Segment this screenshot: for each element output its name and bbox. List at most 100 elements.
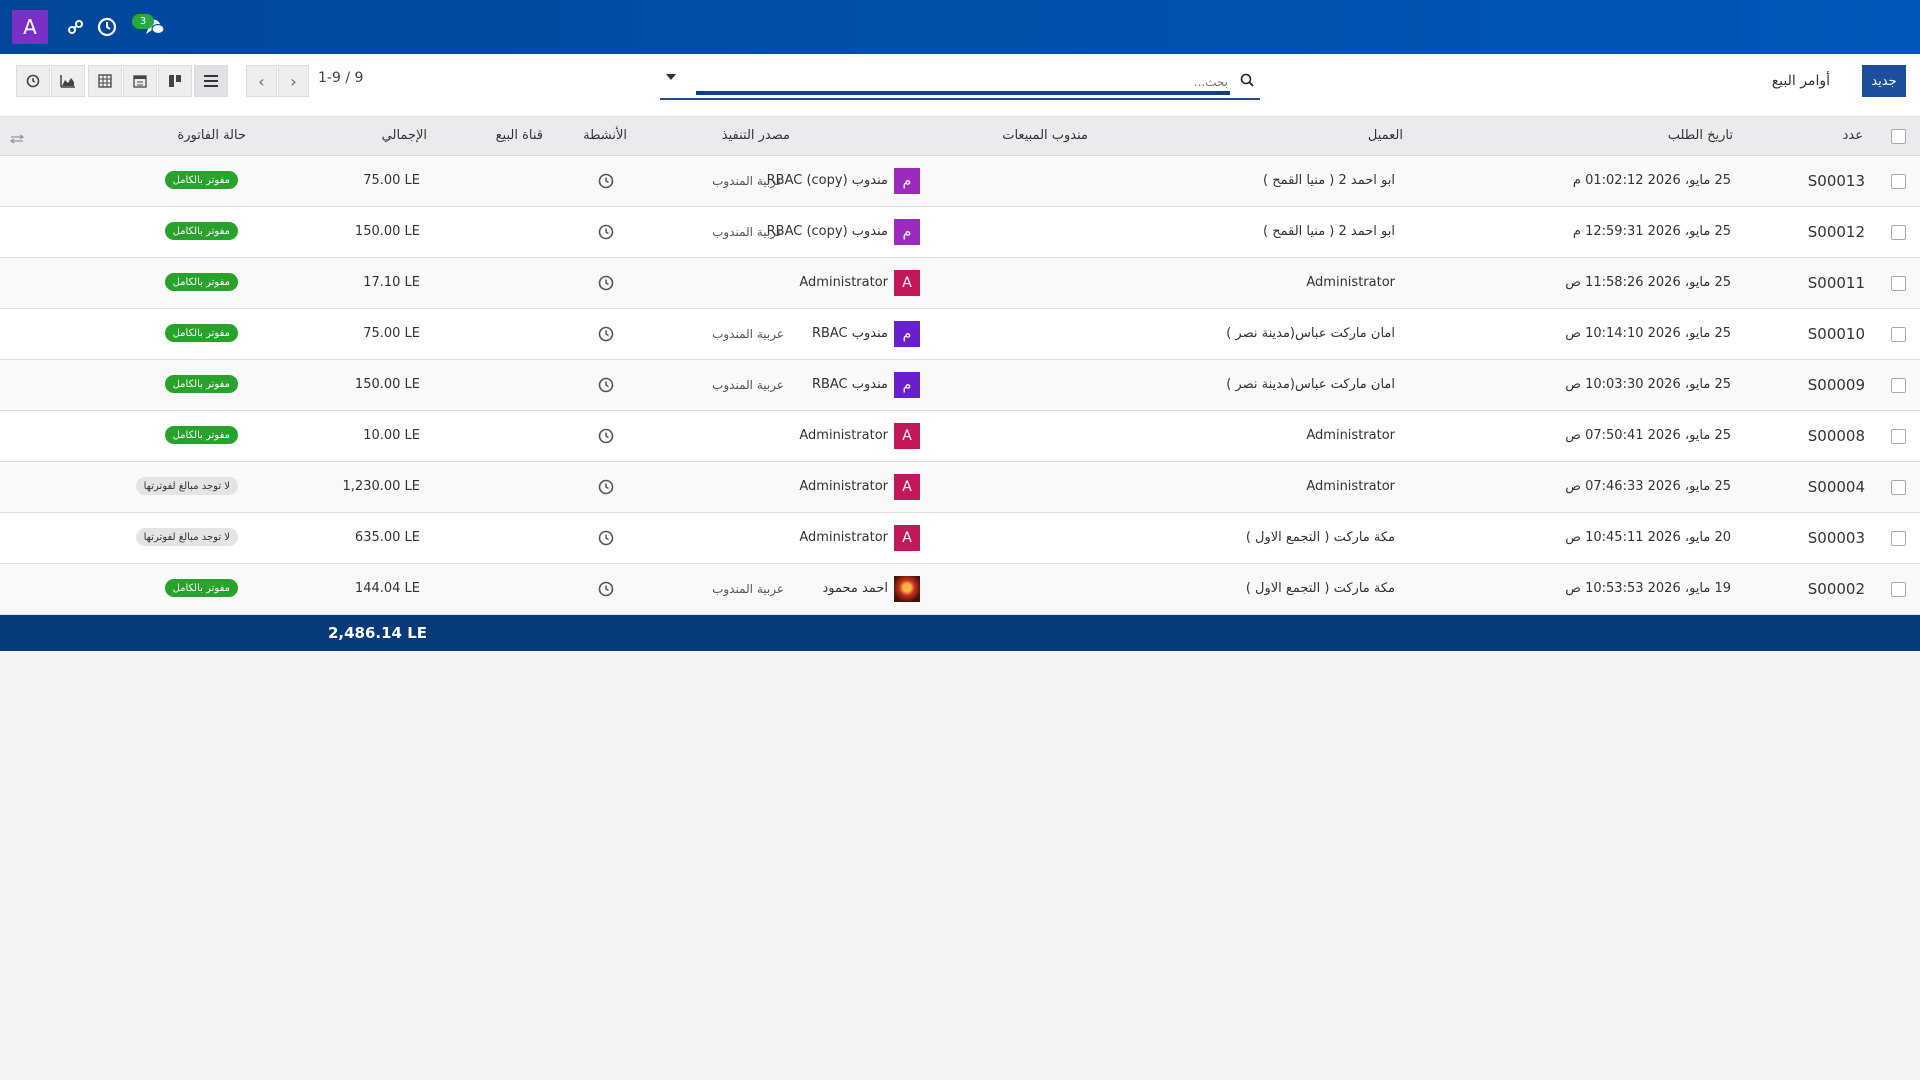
create-new-button[interactable]: جديد bbox=[1862, 65, 1906, 97]
header-invoice-status[interactable]: حالة الفاتورة bbox=[177, 128, 246, 143]
order-total: 150.00 LE bbox=[354, 377, 420, 392]
calendar-view-icon[interactable] bbox=[123, 65, 157, 97]
salesperson-name: احمد محمود bbox=[822, 581, 889, 596]
search-icon[interactable] bbox=[1240, 72, 1254, 91]
order-date: 25 مايو، 2026 01:02:12 م bbox=[1572, 173, 1731, 188]
table-row[interactable]: S00012 25 مايو، 2026 12:59:31 م ابو احمد… bbox=[0, 207, 1920, 258]
customer-name: Administrator bbox=[1306, 479, 1395, 494]
salesperson-name: Administrator bbox=[799, 479, 888, 494]
salesperson-name: Administrator bbox=[799, 530, 888, 545]
row-checkbox[interactable] bbox=[1891, 582, 1906, 597]
header-source[interactable]: مصدر التنفيذ bbox=[722, 128, 790, 143]
order-date: 19 مايو، 2026 10:53:53 ص bbox=[1565, 581, 1731, 596]
salesperson-avatar: A bbox=[894, 474, 920, 500]
row-checkbox[interactable] bbox=[1891, 174, 1906, 189]
row-checkbox[interactable] bbox=[1891, 276, 1906, 291]
customer-name: Administrator bbox=[1306, 275, 1395, 290]
activity-clock-icon[interactable] bbox=[598, 377, 614, 397]
activity-clock-icon[interactable] bbox=[598, 581, 614, 601]
order-number: S00009 bbox=[1807, 376, 1865, 394]
delivery-source: عربية المندوب bbox=[712, 582, 784, 596]
activity-clock-icon[interactable] bbox=[598, 428, 614, 448]
row-checkbox[interactable] bbox=[1891, 429, 1906, 444]
salesperson-name: Administrator bbox=[799, 275, 888, 290]
salesperson-avatar: م bbox=[894, 372, 920, 398]
customer-name: امان ماركت عباس(مدينة نصر ) bbox=[1226, 326, 1395, 341]
activity-clock-icon[interactable] bbox=[598, 326, 614, 346]
search-bar bbox=[660, 68, 1260, 100]
invoice-status-badge: مفوتر بالكامل bbox=[164, 273, 238, 291]
order-total: 10.00 LE bbox=[363, 428, 420, 443]
header-order-date[interactable]: تاريخ الطلب bbox=[1668, 128, 1733, 143]
top-navbar: A 3 bbox=[0, 0, 1920, 54]
order-number: S00012 bbox=[1807, 223, 1865, 241]
order-number: S00004 bbox=[1807, 478, 1865, 496]
invoice-status-badge: لا توجد مبالغ لفوترتها bbox=[135, 477, 238, 495]
header-channel[interactable]: قناة البيع bbox=[496, 128, 543, 143]
order-total: 635.00 LE bbox=[354, 530, 420, 545]
row-checkbox[interactable] bbox=[1891, 531, 1906, 546]
salesperson-name: مندوب RBAC (copy) bbox=[766, 173, 888, 188]
table-row[interactable]: S00011 25 مايو، 2026 11:58:26 ص Administ… bbox=[0, 258, 1920, 309]
user-avatar[interactable]: A bbox=[12, 10, 48, 44]
salesperson-avatar: م bbox=[894, 168, 920, 194]
salesperson-avatar: A bbox=[894, 270, 920, 296]
delivery-source: عربية المندوب bbox=[712, 174, 784, 188]
table-row[interactable]: S00002 19 مايو، 2026 10:53:53 ص مكة مارك… bbox=[0, 564, 1920, 615]
clock-icon[interactable] bbox=[94, 14, 120, 40]
order-number: S00002 bbox=[1807, 580, 1865, 598]
graph-view-icon[interactable] bbox=[51, 65, 85, 97]
invoice-status-badge: مفوتر بالكامل bbox=[164, 579, 238, 597]
activity-clock-icon[interactable] bbox=[598, 479, 614, 499]
salesperson-avatar bbox=[894, 576, 920, 602]
invoice-status-badge: مفوتر بالكامل bbox=[164, 171, 238, 189]
pager-previous-button[interactable]: ‹ bbox=[246, 65, 277, 97]
header-number[interactable]: عدد bbox=[1843, 128, 1863, 143]
order-date: 25 مايو، 2026 10:03:30 ص bbox=[1565, 377, 1731, 392]
table-row[interactable]: S00004 25 مايو، 2026 07:46:33 ص Administ… bbox=[0, 462, 1920, 513]
activity-clock-icon[interactable] bbox=[598, 530, 614, 550]
row-checkbox[interactable] bbox=[1891, 327, 1906, 342]
activity-view-icon[interactable] bbox=[16, 65, 50, 97]
pivot-view-icon[interactable] bbox=[88, 65, 122, 97]
header-activities[interactable]: الأنشطة bbox=[583, 128, 627, 143]
kanban-view-icon[interactable] bbox=[158, 65, 192, 97]
row-checkbox[interactable] bbox=[1891, 225, 1906, 240]
table-row[interactable]: S00009 25 مايو، 2026 10:03:30 ص امان مار… bbox=[0, 360, 1920, 411]
salesperson-name: مندوب RBAC (copy) bbox=[766, 224, 888, 239]
activity-clock-icon[interactable] bbox=[598, 275, 614, 295]
pager-next-button[interactable]: › bbox=[278, 65, 309, 97]
table-row[interactable]: S00013 25 مايو، 2026 01:02:12 م ابو احمد… bbox=[0, 156, 1920, 207]
order-date: 25 مايو، 2026 12:59:31 م bbox=[1572, 224, 1731, 239]
column-settings-icon[interactable] bbox=[9, 129, 25, 148]
list-view-icon[interactable] bbox=[194, 65, 228, 97]
message-count-badge: 3 bbox=[132, 14, 154, 29]
select-all-checkbox[interactable] bbox=[1891, 129, 1906, 144]
search-input[interactable] bbox=[696, 68, 1230, 96]
search-options-toggle[interactable] bbox=[666, 74, 676, 80]
apps-icon[interactable] bbox=[63, 14, 89, 40]
order-date: 25 مايو، 2026 07:46:33 ص bbox=[1565, 479, 1731, 494]
order-number: S00003 bbox=[1807, 529, 1865, 547]
customer-name: Administrator bbox=[1306, 428, 1395, 443]
table-row[interactable]: S00010 25 مايو، 2026 10:14:10 ص امان مار… bbox=[0, 309, 1920, 360]
delivery-source: عربية المندوب bbox=[712, 378, 784, 392]
order-date: 25 مايو، 2026 10:14:10 ص bbox=[1565, 326, 1731, 341]
salesperson-avatar: م bbox=[894, 219, 920, 245]
pager-value[interactable]: 1-9 / 9 bbox=[318, 70, 363, 86]
footer-total: 2,486.14 LE bbox=[327, 624, 427, 642]
row-checkbox[interactable] bbox=[1891, 480, 1906, 495]
table-body: S00013 25 مايو، 2026 01:02:12 م ابو احمد… bbox=[0, 156, 1920, 615]
activity-clock-icon[interactable] bbox=[598, 173, 614, 193]
header-customer[interactable]: العميل bbox=[1368, 128, 1403, 143]
header-salesperson[interactable]: مندوب المبيعات bbox=[1002, 128, 1088, 143]
sales-orders-table: عدد تاريخ الطلب العميل مندوب المبيعات مص… bbox=[0, 117, 1920, 651]
salesperson-avatar: A bbox=[894, 525, 920, 551]
order-number: S00013 bbox=[1807, 172, 1865, 190]
table-row[interactable]: S00008 25 مايو، 2026 07:50:41 ص Administ… bbox=[0, 411, 1920, 462]
header-total[interactable]: الإجمالي bbox=[382, 128, 427, 143]
row-checkbox[interactable] bbox=[1891, 378, 1906, 393]
table-row[interactable]: S00003 20 مايو، 2026 10:45:11 ص مكة مارك… bbox=[0, 513, 1920, 564]
delivery-source: عربية المندوب bbox=[712, 327, 784, 341]
activity-clock-icon[interactable] bbox=[598, 224, 614, 244]
